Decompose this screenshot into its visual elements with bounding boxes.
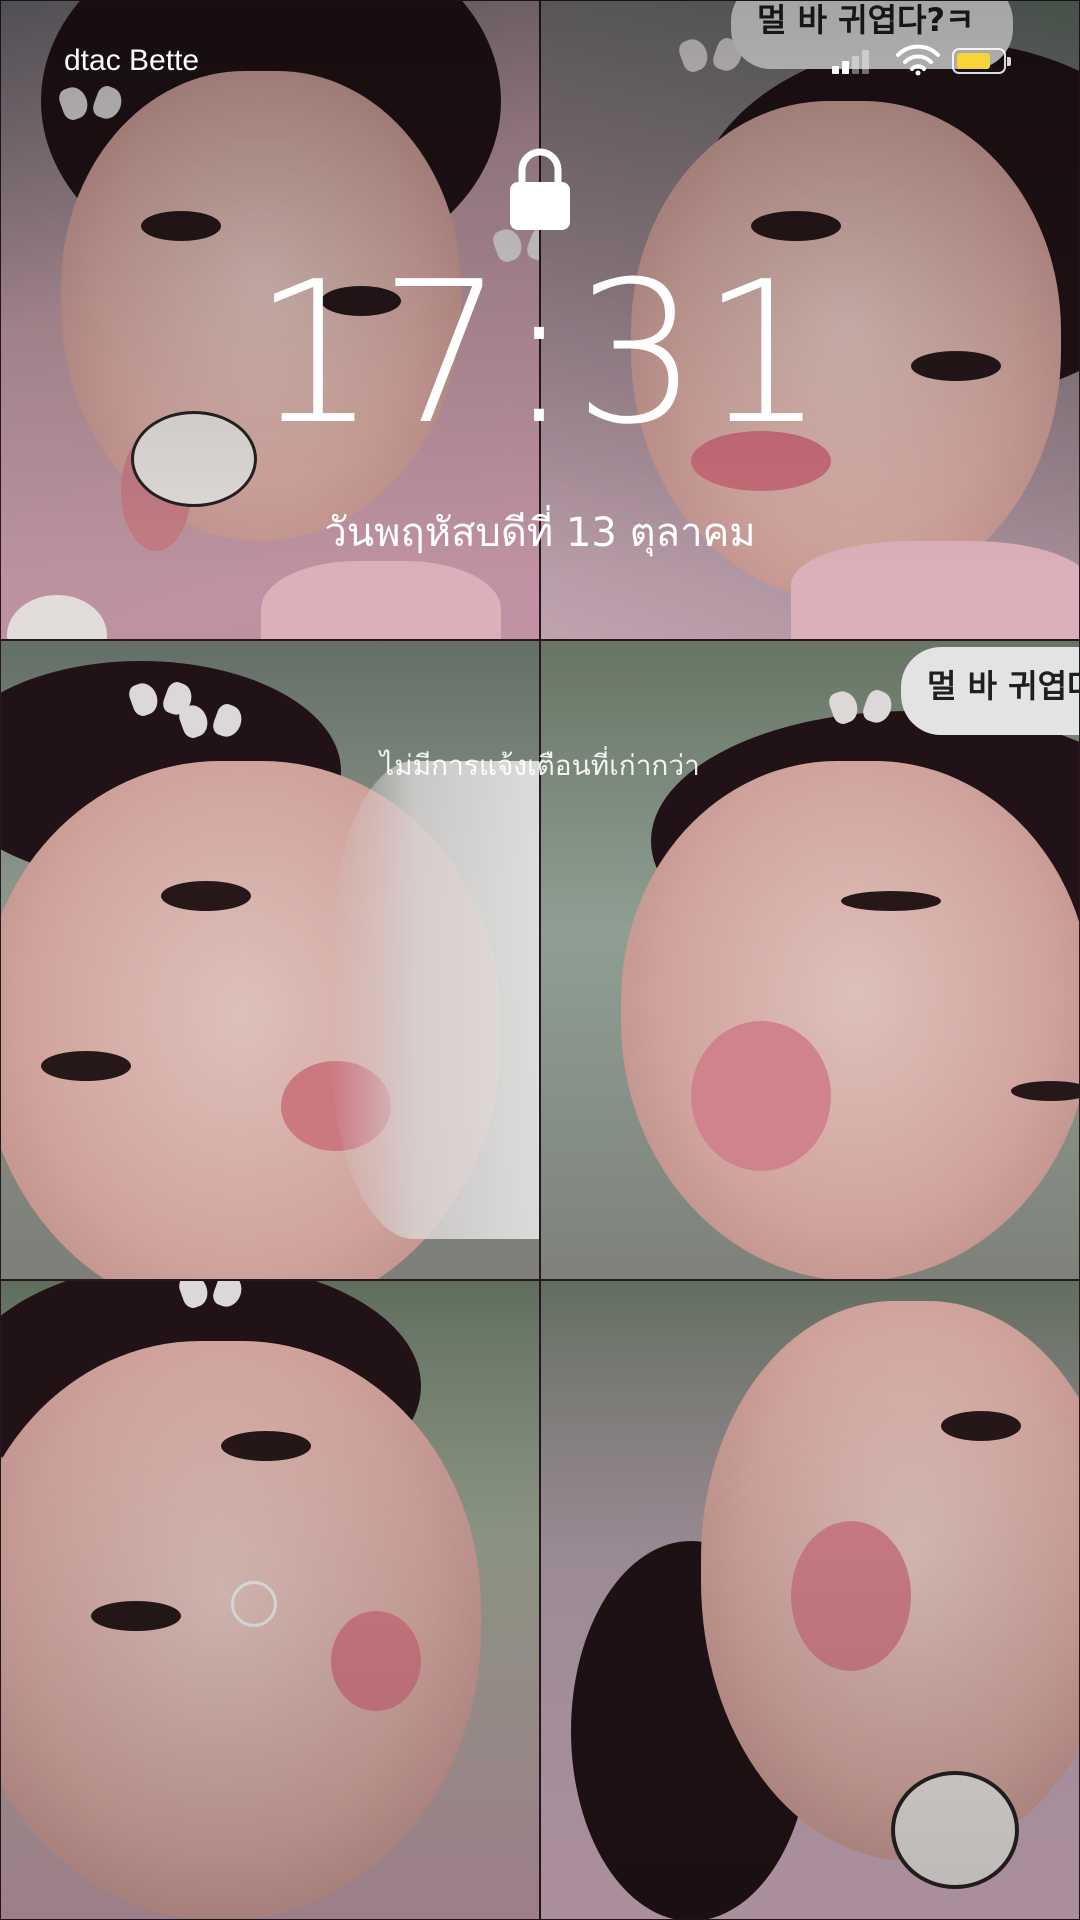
- wifi-icon: [896, 44, 940, 76]
- bow-sticker: [831, 687, 891, 727]
- bow-sticker: [181, 1281, 241, 1311]
- battery-icon: [952, 48, 1011, 74]
- no-older-notifications-label: ไม่มีการแจ้งเตือนที่เก่ากว่า: [380, 749, 700, 782]
- swirl-doodle-icon: [231, 1581, 277, 1627]
- speech-bubble-sticker: 멀 바 귀엽다: [901, 647, 1079, 735]
- wallpaper-photo: [0, 640, 540, 1280]
- cat-sticker: [891, 1771, 1019, 1889]
- bow-sticker: [181, 701, 241, 741]
- cellular-signal-icon: [832, 48, 872, 74]
- lock-screen-date: วันพฤหัสบดีที่ 13 ตุลาคม: [324, 510, 756, 556]
- lock-screen: 멀 바 귀엽다?ㅋ 멀 바 귀엽다 dtac Bette 17:31 วันพฤ…: [0, 0, 1080, 1920]
- wallpaper-photo: 멀 바 귀엽다: [540, 640, 1080, 1280]
- wallpaper-photo: [0, 1280, 540, 1920]
- status-bar: dtac Bette: [0, 0, 1080, 120]
- wallpaper-photo: [540, 1280, 1080, 1920]
- lock-screen-time: 17:31: [252, 240, 828, 468]
- lock-icon: [510, 148, 570, 230]
- carrier-name: dtac Bette: [64, 44, 200, 77]
- battery-level: [957, 53, 990, 69]
